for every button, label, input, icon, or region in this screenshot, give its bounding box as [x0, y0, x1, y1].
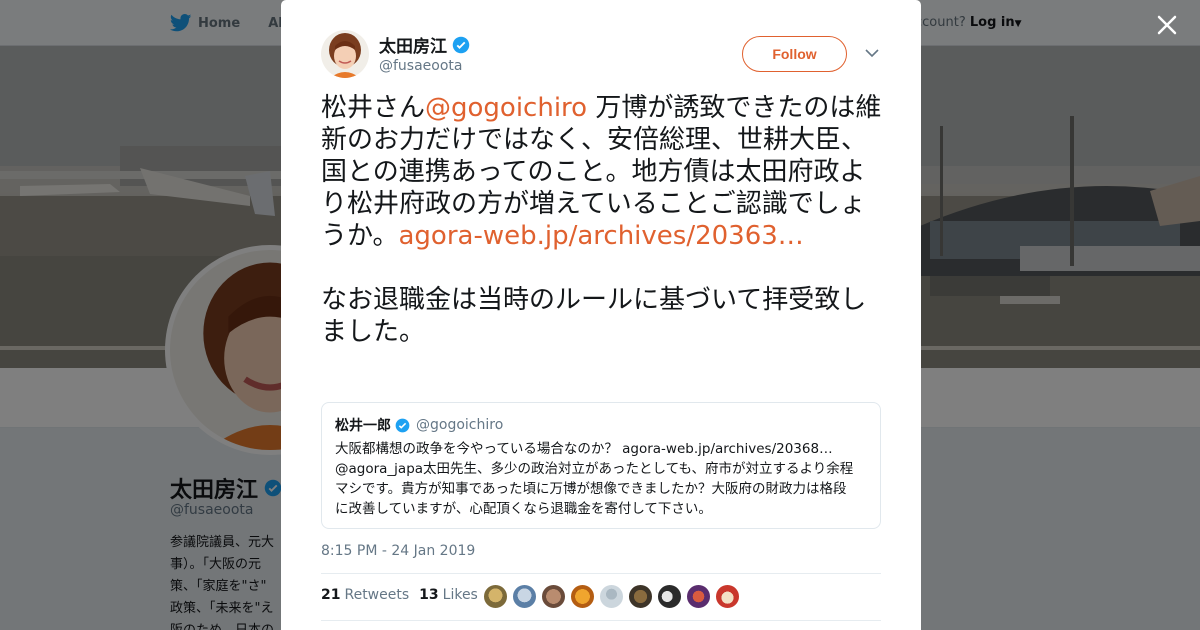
divider [321, 573, 881, 574]
liker-avatar[interactable] [541, 584, 566, 609]
article-link[interactable]: agora-web.jp/archives/20363… [398, 221, 803, 251]
likes-stat[interactable]: 13 Likes [419, 587, 478, 603]
verified-badge-icon [452, 36, 470, 53]
liker-avatar[interactable] [628, 584, 653, 609]
likes-count: 13 [419, 587, 439, 603]
retweets-label: Retweets [344, 587, 410, 603]
tweet-modal: 太田房江 @fusaeoota Follow 松井さん@gogoichiro 万… [281, 0, 921, 630]
follow-button[interactable]: Follow [742, 36, 847, 72]
liker-avatar[interactable] [483, 584, 508, 609]
tweet-timestamp[interactable]: 8:15 PM - 24 Jan 2019 [321, 543, 475, 559]
liker-avatar[interactable] [512, 584, 537, 609]
author-avatar[interactable] [321, 30, 369, 78]
tweet-paragraph-2: なお退職金は当時のルールに基づいて拝受致しました。 [321, 285, 867, 347]
quoted-tweet-text: 大阪都構想の政争を今やっている場合なのか？ agora-web.jp/archi… [335, 439, 867, 519]
liker-avatar[interactable] [715, 584, 740, 609]
author-name[interactable]: 太田房江 [379, 32, 470, 57]
liker-avatar[interactable] [686, 584, 711, 609]
tweet-paragraph-1: 松井さん@gogoichiro 万博が誘致できたのは維新のお力だけではなく、安倍… [321, 92, 886, 252]
quoted-tweet[interactable]: 松井一郎 @gogoichiro 大阪都構想の政争を今やっている場合なのか？ a… [321, 402, 881, 529]
verified-badge-icon [395, 418, 410, 432]
quoted-line: @agora_japa太田先生、多少の政治対立があったとしても、府市が対立するよ… [335, 461, 854, 477]
tweet-stats: 21 Retweets 13 Likes [321, 587, 478, 603]
author-handle[interactable]: @fusaeoota [379, 58, 463, 74]
divider [321, 620, 881, 621]
quoted-line: 大阪都構想の政争を今やっている場合なのか？ agora-web.jp/archi… [335, 441, 833, 457]
chevron-down-icon[interactable] [865, 48, 879, 58]
author-photo [321, 30, 369, 78]
liker-avatar[interactable] [657, 584, 682, 609]
quoted-line: に改善していますが、心配頂くなら退職金を寄付して下さい。 [335, 501, 712, 517]
liker-avatar[interactable] [599, 584, 624, 609]
liker-avatar[interactable] [570, 584, 595, 609]
quoted-author-handle: @gogoichiro [416, 417, 504, 433]
tweet-text-part1: 松井さん [321, 93, 426, 123]
liker-avatars [483, 584, 740, 609]
quoted-line: マシです。貴方が知事であった頃に万博が想像できましたか？大阪府の財政力は格段 [335, 481, 847, 497]
quoted-author-name: 松井一郎 [335, 418, 391, 434]
quoted-tweet-header: 松井一郎 @gogoichiro [335, 415, 867, 435]
close-icon[interactable] [1152, 10, 1182, 40]
likes-label: Likes [442, 587, 478, 603]
retweets-stat[interactable]: 21 Retweets [321, 587, 409, 603]
mention-link[interactable]: @gogoichiro [425, 93, 587, 123]
retweets-count: 21 [321, 587, 341, 603]
tweet-text: 松井さん@gogoichiro 万博が誘致できたのは維新のお力だけではなく、安倍… [321, 92, 886, 348]
author-name-text: 太田房江 [379, 37, 447, 57]
